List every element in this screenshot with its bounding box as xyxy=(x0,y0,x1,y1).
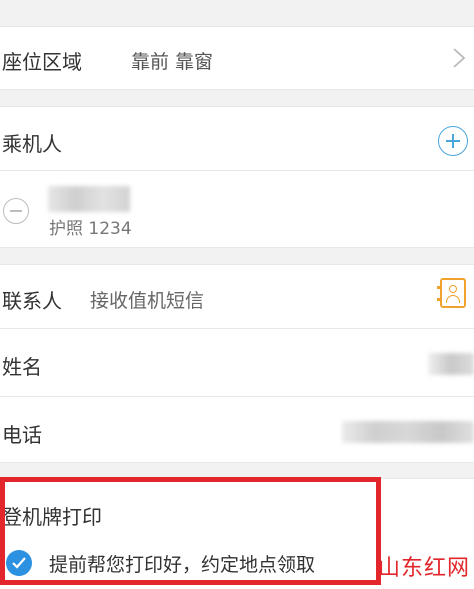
seat-area-value: 靠前 靠窗 xyxy=(131,51,214,73)
add-circle-icon[interactable] xyxy=(438,126,468,156)
name-label: 姓名 xyxy=(2,355,42,379)
divider xyxy=(0,264,474,265)
divider xyxy=(0,478,474,479)
chevron-right-icon xyxy=(453,48,466,68)
contact-hint: 接收值机短信 xyxy=(90,290,205,312)
phone-value-redacted[interactable] xyxy=(342,421,474,443)
divider xyxy=(0,89,474,90)
watermark: 山东红网 xyxy=(377,556,470,581)
name-value-redacted[interactable] xyxy=(428,353,474,375)
seat-area-label: 座位区域 xyxy=(2,50,82,74)
contact-book-icon[interactable] xyxy=(437,278,466,308)
passenger-label: 乘机人 xyxy=(2,132,62,156)
remove-circle-icon[interactable] xyxy=(3,198,29,224)
passenger-section: 乘机人 护照 1234 xyxy=(0,106,474,248)
passenger-passport: 护照 1234 xyxy=(49,219,132,239)
divider xyxy=(0,328,474,329)
divider xyxy=(0,396,474,397)
phone-label: 电话 xyxy=(2,423,42,447)
passenger-name-redacted xyxy=(48,186,130,212)
divider xyxy=(0,26,474,27)
boarding-pass-title: 登机牌打印 xyxy=(2,505,102,529)
divider xyxy=(0,170,474,171)
print-option-label[interactable]: 提前帮您打印好，约定地点领取 xyxy=(49,550,315,577)
contact-label: 联系人 xyxy=(2,289,62,313)
divider xyxy=(0,247,474,248)
checkin-form: 座位区域 靠前 靠窗 乘机人 护照 1234 联系人 接收值机短信 姓名 电话 xyxy=(0,0,474,589)
seat-area-row[interactable]: 座位区域 靠前 靠窗 xyxy=(0,26,474,90)
contact-section: 联系人 接收值机短信 姓名 电话 xyxy=(0,264,474,463)
divider xyxy=(0,462,474,463)
divider xyxy=(0,106,474,107)
checked-circle-icon[interactable] xyxy=(6,550,32,576)
